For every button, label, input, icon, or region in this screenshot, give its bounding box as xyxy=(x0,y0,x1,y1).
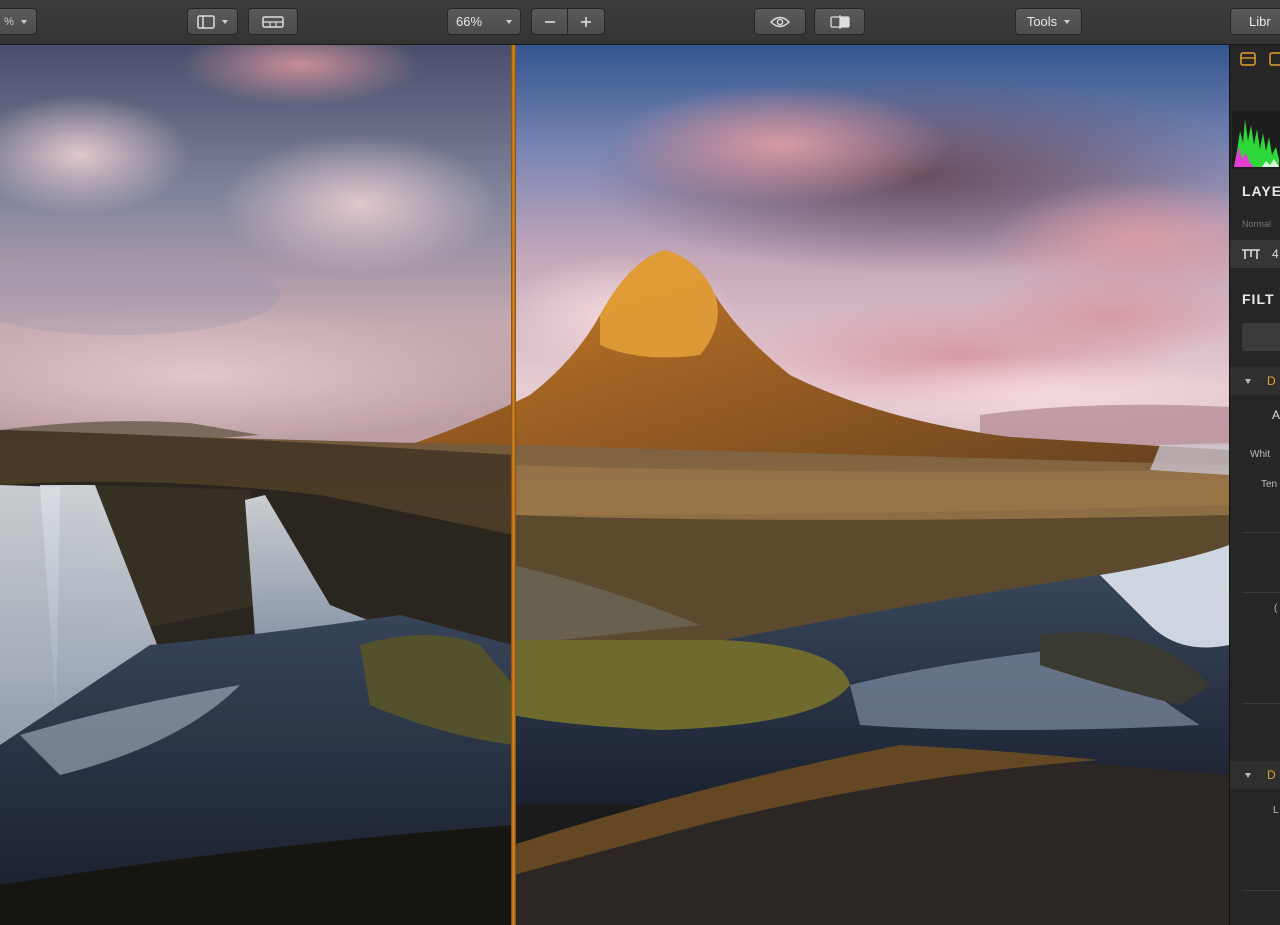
zoom-in-button[interactable] xyxy=(568,8,605,35)
chevron-down-icon xyxy=(1064,19,1071,24)
filter-small-label: ( xyxy=(1274,603,1278,614)
filter-section-header-2[interactable]: D xyxy=(1230,761,1280,789)
filmstrip-icon xyxy=(262,15,284,28)
layers-icon[interactable] xyxy=(1240,52,1256,66)
plus-icon xyxy=(581,16,591,27)
minus-icon xyxy=(544,20,555,23)
sidebar-toggle-button[interactable] xyxy=(187,8,238,35)
library-button[interactable]: Libr xyxy=(1230,8,1280,35)
panel-divider xyxy=(1242,890,1280,891)
filters-icon[interactable] xyxy=(1269,52,1280,66)
left-dropdown-label: % xyxy=(4,15,14,28)
compare-split-button[interactable] xyxy=(814,8,865,35)
sidebar-panel-icon xyxy=(197,14,215,29)
layer-value: 4 xyxy=(1272,247,1279,261)
filters-title: FILT xyxy=(1242,291,1275,307)
add-filter-button[interactable] xyxy=(1242,323,1280,351)
chevron-down-icon xyxy=(506,19,512,24)
before-after-divider-handle[interactable] xyxy=(511,45,516,925)
tools-menu-button[interactable]: Tools xyxy=(1015,8,1082,35)
filmstrip-toggle-button[interactable] xyxy=(248,8,298,35)
library-label: Libr xyxy=(1249,14,1271,29)
left-dropdown-button[interactable]: % xyxy=(0,8,37,35)
zoom-out-button[interactable] xyxy=(531,8,568,35)
image-canvas[interactable] xyxy=(0,45,1229,925)
layer-row[interactable]: 4 xyxy=(1230,240,1280,268)
histogram-icon xyxy=(1232,111,1280,169)
filter-section-title-2: D xyxy=(1267,768,1276,782)
panel-divider xyxy=(1242,532,1280,533)
filter-section-title-1: D xyxy=(1267,374,1276,388)
chevron-down-icon xyxy=(222,19,228,24)
blend-mode-label[interactable]: Normal xyxy=(1242,219,1271,229)
right-side-panel: LAYE Normal 4 FILT D A Whit Ten ( D L xyxy=(1229,45,1280,925)
split-compare-icon xyxy=(829,14,850,29)
top-toolbar: % 66% Tools Libr xyxy=(0,0,1280,45)
preview-toggle-button[interactable] xyxy=(754,8,806,35)
filter-row-l-label: L xyxy=(1273,805,1279,816)
collapse-triangle-icon xyxy=(1245,379,1251,384)
panel-divider xyxy=(1242,592,1280,593)
zoom-select[interactable]: 66% xyxy=(447,8,521,35)
zoom-value: 66% xyxy=(456,14,483,29)
landscape-photo xyxy=(0,45,1229,925)
collapse-triangle-icon xyxy=(1245,773,1251,778)
filter-section-header-1[interactable]: D xyxy=(1230,367,1280,395)
white-balance-label: Whit xyxy=(1250,449,1270,460)
tools-label: Tools xyxy=(1026,14,1058,29)
panel-divider xyxy=(1242,703,1280,704)
temperature-label: Ten xyxy=(1261,479,1278,490)
eye-icon xyxy=(770,16,790,27)
layers-title: LAYE xyxy=(1242,183,1280,199)
layer-adjust-icon xyxy=(1242,249,1260,259)
chevron-down-icon xyxy=(20,19,27,24)
filter-row-a-label: A xyxy=(1272,408,1280,422)
